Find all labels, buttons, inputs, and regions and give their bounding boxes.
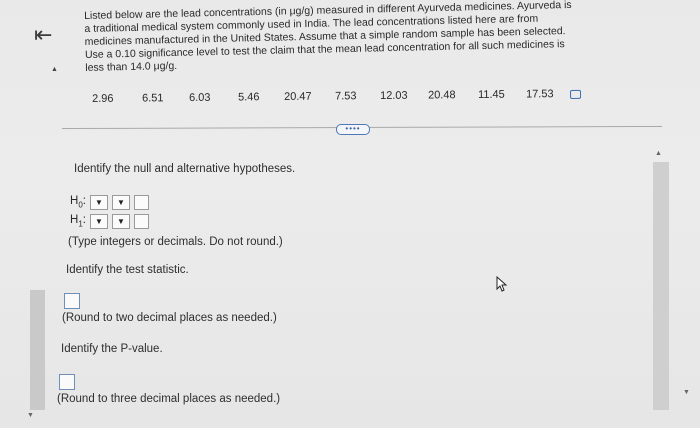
scroll-up-icon[interactable]: ▲ — [51, 66, 58, 73]
data-values-row: 2.96 6.51 6.03 5.46 20.47 7.53 12.03 20.… — [92, 88, 592, 105]
hypotheses-prompt: Identify the null and alternative hypoth… — [74, 163, 296, 175]
data-value: 17.53 — [525, 88, 554, 101]
data-value: 2.96 — [92, 92, 114, 105]
h1-value-input[interactable] — [133, 214, 149, 229]
data-value: 12.03 — [379, 89, 408, 102]
h1-label: H1: — [70, 214, 86, 229]
h1-operator-dropdown[interactable]: ▼ — [111, 214, 130, 229]
mouse-cursor-icon — [496, 276, 508, 292]
p-value-prompt: Identify the P-value. — [61, 343, 163, 355]
data-value: 6.51 — [141, 92, 164, 105]
data-value: 7.53 — [334, 90, 357, 103]
test-statistic-input[interactable] — [64, 293, 80, 309]
data-value: 20.47 — [283, 90, 312, 103]
more-button[interactable]: •••• — [336, 124, 370, 135]
left-scrollbar[interactable] — [30, 290, 45, 410]
scroll-down-icon[interactable]: ▼ — [27, 412, 34, 419]
scroll-down-icon[interactable]: ▼ — [683, 389, 690, 396]
h1-row: H1: ▼ ▼ — [70, 214, 149, 229]
problem-statement: Listed below are the lead concentrations… — [84, 0, 645, 75]
right-scrollbar[interactable] — [653, 162, 669, 410]
data-value: 5.46 — [237, 91, 260, 104]
h0-operator-dropdown[interactable]: ▼ — [111, 195, 130, 210]
test-statistic-hint: (Round to two decimal places as needed.) — [62, 312, 277, 324]
copy-icon[interactable] — [569, 89, 582, 99]
h1-parameter-dropdown[interactable]: ▼ — [89, 214, 108, 229]
scroll-up-icon[interactable]: ▲ — [655, 150, 662, 157]
p-value-hint: (Round to three decimal places as needed… — [57, 393, 281, 405]
back-arrow-icon[interactable]: ⇤ — [34, 22, 52, 48]
hypotheses-hint: (Type integers or decimals. Do not round… — [68, 236, 283, 248]
h0-row: H0: ▼ ▼ — [70, 195, 149, 210]
p-value-input[interactable] — [59, 374, 75, 390]
data-value: 11.45 — [477, 88, 505, 101]
h0-value-input[interactable] — [133, 195, 149, 210]
h0-label: H0: — [70, 195, 86, 210]
h0-parameter-dropdown[interactable]: ▼ — [89, 195, 108, 210]
test-statistic-prompt: Identify the test statistic. — [66, 264, 189, 276]
data-value: 20.48 — [427, 89, 456, 102]
data-value: 6.03 — [188, 91, 211, 104]
